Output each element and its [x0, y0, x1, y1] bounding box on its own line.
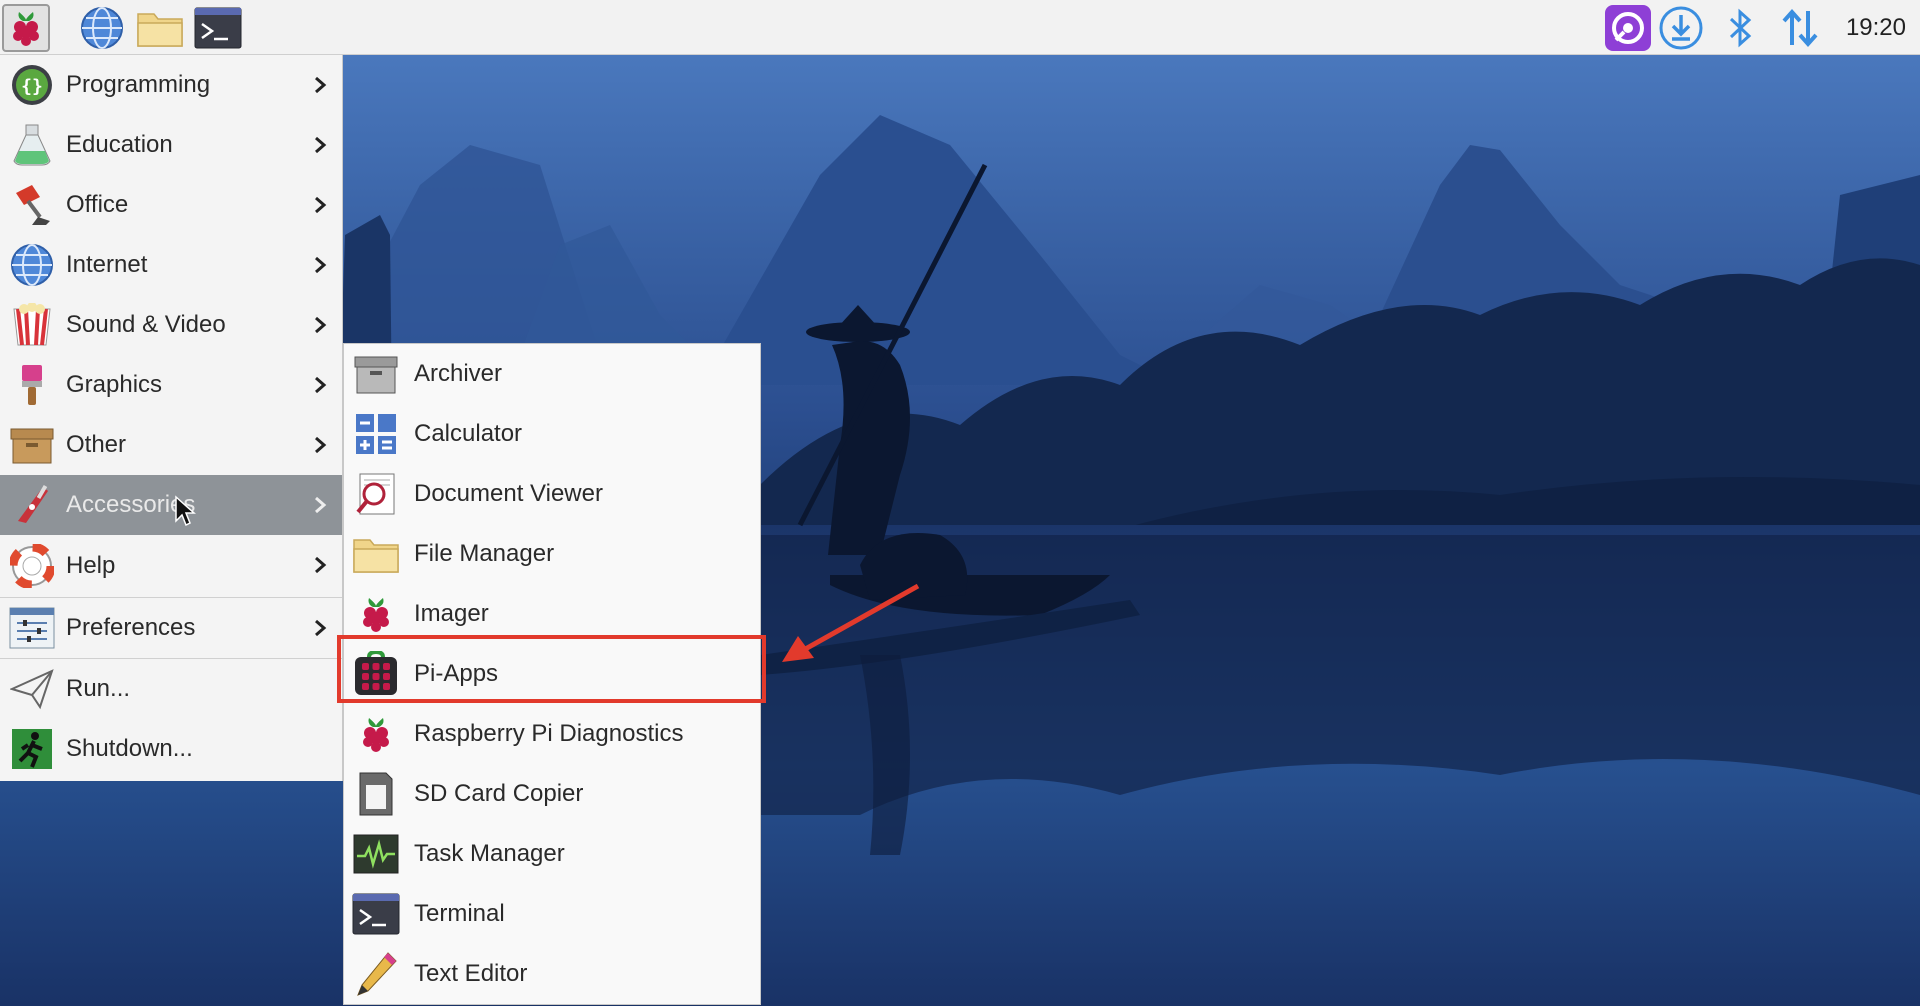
menu-item-internet[interactable]: Internet: [0, 235, 342, 295]
submenu-item-label: Archiver: [414, 360, 503, 387]
applications-menu: {} Programming Education Office Internet…: [0, 55, 343, 781]
submenu-item-label: Task Manager: [414, 840, 565, 867]
imager-icon: [352, 590, 400, 638]
clock[interactable]: 19:20: [1846, 0, 1906, 55]
menu-item-graphics[interactable]: Graphics: [0, 355, 342, 415]
programming-icon: {}: [8, 61, 56, 109]
office-icon: [8, 181, 56, 229]
menu-item-help[interactable]: Help: [0, 535, 342, 597]
menu-item-education[interactable]: Education: [0, 115, 342, 175]
menu-item-shutdown[interactable]: Shutdown...: [0, 719, 342, 779]
submenu-item-label: File Manager: [414, 540, 555, 567]
network-icon[interactable]: [1776, 4, 1824, 52]
submenu-item-document-viewer[interactable]: Document Viewer: [344, 464, 760, 524]
menu-item-label: Run...: [66, 675, 131, 702]
file-manager-icon[interactable]: [136, 4, 184, 52]
menu-item-label: Education: [66, 131, 173, 158]
chevron-right-icon: [315, 256, 327, 274]
submenu-item-label: SD Card Copier: [414, 780, 584, 807]
menu-item-label: Graphics: [66, 371, 163, 398]
education-icon: [8, 121, 56, 169]
menu-item-programming[interactable]: {} Programming: [0, 55, 342, 115]
accessories-icon: [8, 481, 56, 529]
submenu-item-sd-card-copier[interactable]: SD Card Copier: [344, 764, 760, 824]
chevron-right-icon: [315, 316, 327, 334]
submenu-item-label: Terminal: [414, 900, 505, 927]
chevron-right-icon: [315, 196, 327, 214]
chevron-right-icon: [315, 76, 327, 94]
task-manager-icon: [352, 830, 400, 878]
folder-icon: [352, 530, 400, 578]
top-panel: 19:20: [0, 0, 1920, 55]
submenu-item-archiver[interactable]: Archiver: [344, 344, 760, 404]
other-icon: [8, 421, 56, 469]
annotation-arrow-icon: [782, 583, 920, 662]
menu-item-label: Sound & Video: [66, 311, 226, 338]
menu-item-accessories[interactable]: Accessories: [0, 475, 342, 535]
chevron-right-icon: [315, 376, 327, 394]
chevron-right-icon: [315, 496, 327, 514]
preferences-icon: [8, 604, 56, 652]
raspberry-menu-icon[interactable]: [2, 4, 50, 52]
submenu-item-text-editor[interactable]: Text Editor: [344, 944, 760, 1004]
menu-item-label: Internet: [66, 251, 148, 278]
menu-item-label: Preferences: [66, 614, 196, 641]
submenu-item-label: Imager: [414, 600, 489, 627]
internet-icon: [8, 241, 56, 289]
sd-card-icon: [352, 770, 400, 818]
submenu-item-label: Text Editor: [414, 960, 528, 987]
text-editor-icon: [352, 950, 400, 998]
svg-text:{}: {}: [21, 76, 43, 97]
web-browser-icon[interactable]: [78, 4, 126, 52]
calculator-icon: [352, 410, 400, 458]
menu-item-label: Help: [66, 552, 116, 579]
submenu-item-diagnostics[interactable]: Raspberry Pi Diagnostics: [344, 704, 760, 764]
submenu-item-calculator[interactable]: Calculator: [344, 404, 760, 464]
menu-item-sound-video[interactable]: Sound & Video: [0, 295, 342, 355]
submenu-item-label: Document Viewer: [414, 480, 603, 507]
sound-video-icon: [8, 301, 56, 349]
terminal-icon[interactable]: [194, 4, 242, 52]
pi-apps-tray-icon[interactable]: [1604, 4, 1652, 52]
menu-item-preferences[interactable]: Preferences: [0, 597, 342, 658]
menu-item-label: Office: [66, 191, 129, 218]
chevron-right-icon: [315, 136, 327, 154]
chevron-right-icon: [315, 556, 327, 574]
submenu-item-task-manager[interactable]: Task Manager: [344, 824, 760, 884]
menu-item-label: Programming: [66, 71, 211, 98]
archiver-icon: [352, 350, 400, 398]
menu-item-other[interactable]: Other: [0, 415, 342, 475]
terminal-icon: [352, 890, 400, 938]
run-icon: [8, 665, 56, 713]
mouse-cursor-icon: [175, 495, 196, 527]
shutdown-icon: [8, 725, 56, 773]
chevron-right-icon: [315, 619, 327, 637]
pi-apps-highlight-box: [337, 635, 766, 703]
graphics-icon: [8, 361, 56, 409]
submenu-item-label: Calculator: [414, 420, 523, 447]
diagnostics-icon: [352, 710, 400, 758]
menu-item-label: Shutdown...: [66, 735, 193, 762]
submenu-item-file-manager[interactable]: File Manager: [344, 524, 760, 584]
menu-item-office[interactable]: Office: [0, 175, 342, 235]
bluetooth-icon[interactable]: [1716, 4, 1764, 52]
chevron-right-icon: [315, 436, 327, 454]
document-viewer-icon: [352, 470, 400, 518]
help-icon: [8, 542, 56, 590]
menu-item-label: Other: [66, 431, 127, 458]
menu-item-run[interactable]: Run...: [0, 658, 342, 719]
submenu-item-terminal[interactable]: Terminal: [344, 884, 760, 944]
submenu-item-label: Raspberry Pi Diagnostics: [414, 720, 684, 747]
updater-icon[interactable]: [1657, 4, 1705, 52]
